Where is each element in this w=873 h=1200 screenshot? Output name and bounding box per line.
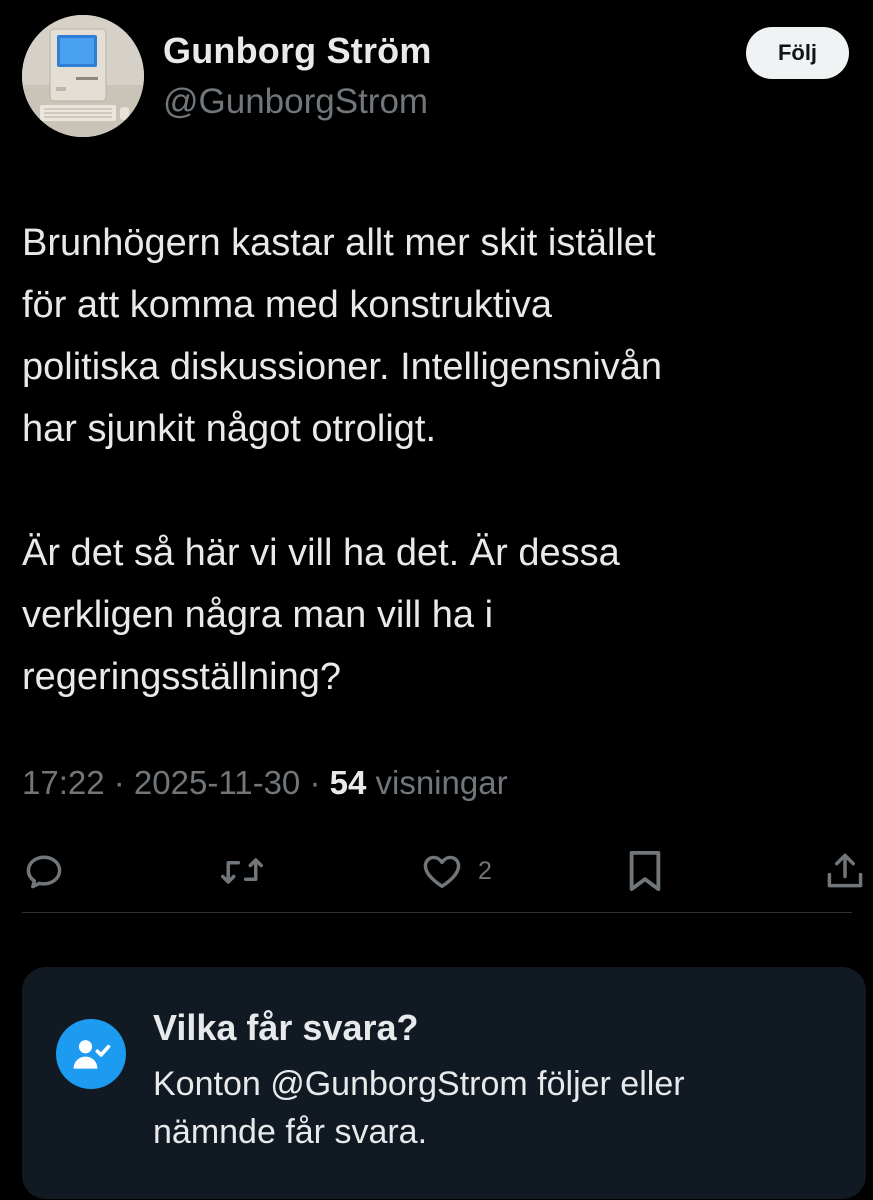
like-count: 2 — [478, 856, 492, 885]
tweet-paragraph: Brunhögern kastar allt mer skit istället… — [22, 222, 663, 450]
reply-icon — [26, 855, 62, 889]
user-check-icon — [56, 1019, 126, 1089]
share-button[interactable] — [823, 844, 867, 898]
avatar[interactable] — [22, 15, 144, 137]
tweet-paragraph: Är det så här vi vill ha det. Är dessa v… — [22, 532, 620, 698]
reply-restriction-title: Vilka får svara? — [153, 1007, 419, 1048]
bookmark-button[interactable] — [624, 844, 666, 898]
bookmark-icon — [629, 850, 661, 892]
user-handle[interactable]: @GunborgStrom — [163, 82, 428, 122]
tweet-meta: 17:22 · 2025-11-30 · 54 visningar — [22, 764, 508, 802]
display-name[interactable]: Gunborg Ström — [163, 30, 432, 72]
reply-restriction-card: Vilka får svara? Konton @GunborgStrom fö… — [22, 967, 866, 1199]
vintage-computer-avatar-image — [22, 15, 144, 137]
divider — [22, 912, 852, 913]
share-icon — [827, 853, 863, 888]
meta-separator: · — [104, 764, 134, 801]
reply-button[interactable] — [22, 844, 66, 898]
like-button[interactable]: 2 — [420, 844, 492, 898]
meta-separator: · — [300, 764, 330, 801]
tweet-text: Brunhögern kastar allt mer skit istället… — [22, 212, 852, 708]
action-bar: 2 — [0, 844, 873, 898]
follow-button[interactable]: Följ — [746, 27, 849, 79]
views-label: visningar — [366, 764, 508, 801]
heart-icon — [423, 855, 461, 888]
views-count: 54 — [329, 764, 367, 801]
reply-restriction-description: Konton @GunborgStrom följer eller nämnde… — [153, 1065, 685, 1151]
retweet-icon — [221, 858, 263, 884]
tweet-date[interactable]: 2025-11-30 — [134, 764, 300, 801]
tweet-time[interactable]: 17:22 — [22, 764, 105, 801]
retweet-button[interactable] — [218, 844, 266, 898]
